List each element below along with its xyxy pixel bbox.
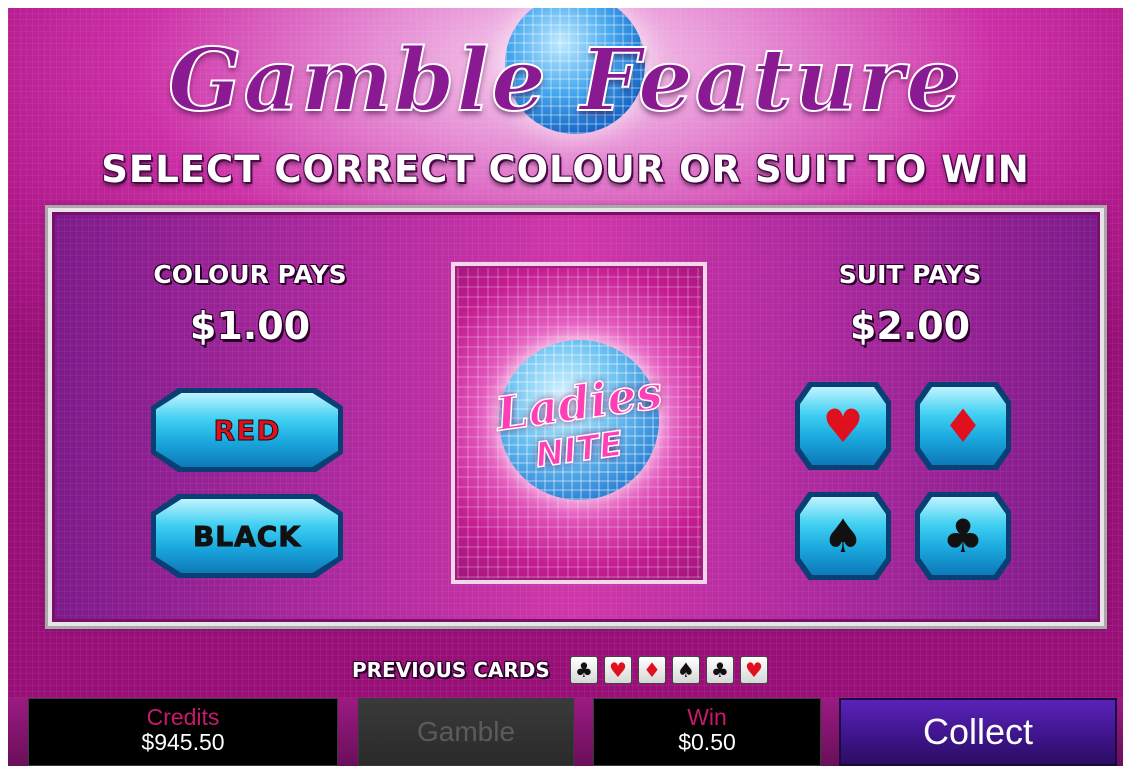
gamble-feature-title: Gamble Feature xyxy=(167,29,963,132)
red-button[interactable]: RED xyxy=(151,388,343,472)
win-value: $0.50 xyxy=(678,729,736,755)
suit-pays-label: SUIT PAYS xyxy=(838,260,982,289)
heart-icon: ♥ xyxy=(609,658,627,682)
win-label: Win xyxy=(687,704,727,730)
club-suit-button[interactable]: ♣ xyxy=(915,492,1011,580)
collect-button[interactable]: Collect xyxy=(839,698,1117,766)
heart-icon: ♥ xyxy=(822,399,864,453)
previous-card: ♠ xyxy=(672,656,700,684)
colour-pays-value: $1.00 xyxy=(189,304,311,348)
previous-cards-label: PREVIOUS CARDS xyxy=(352,658,550,682)
diamond-icon: ♦ xyxy=(643,658,661,682)
instruction-subtitle: SELECT CORRECT COLOUR OR SUIT TO WIN xyxy=(101,148,1030,191)
bottom-bar: Credits $945.50 Gamble Win $0.50 Collect xyxy=(8,698,1123,766)
heart-suit-button[interactable]: ♥ xyxy=(795,382,891,470)
credits-value: $945.50 xyxy=(141,729,225,755)
club-icon: ♣ xyxy=(942,509,984,563)
colour-pays-label: COLOUR PAYS xyxy=(153,260,347,289)
heart-icon: ♥ xyxy=(745,658,763,682)
card-back: Ladies NITE xyxy=(455,266,703,580)
club-icon: ♣ xyxy=(575,658,593,682)
previous-card: ♥ xyxy=(604,656,632,684)
collect-button-label: Collect xyxy=(922,711,1034,752)
game-stage: Gamble Feature SELECT CORRECT COLOUR OR … xyxy=(8,8,1123,698)
gamble-button-label: Gamble xyxy=(416,716,516,747)
previous-card: ♦ xyxy=(638,656,666,684)
diamond-icon: ♦ xyxy=(942,399,984,453)
black-button-label: BLACK xyxy=(192,519,302,553)
club-icon: ♣ xyxy=(711,658,729,682)
gamble-card: Ladies NITE xyxy=(451,262,707,584)
red-button-label: RED xyxy=(213,413,281,447)
black-button[interactable]: BLACK xyxy=(151,494,343,578)
diamond-suit-button[interactable]: ♦ xyxy=(915,382,1011,470)
previous-cards-list: ♣ ♥ ♦ ♠ ♣ ♥ xyxy=(570,656,768,684)
spade-icon: ♠ xyxy=(822,509,864,563)
previous-card: ♥ xyxy=(740,656,768,684)
win-display: Win $0.50 xyxy=(593,698,821,766)
credits-label: Credits xyxy=(146,704,220,730)
credits-display: Credits $945.50 xyxy=(28,698,338,766)
spade-icon: ♠ xyxy=(677,658,695,682)
spade-suit-button[interactable]: ♠ xyxy=(795,492,891,580)
previous-card: ♣ xyxy=(570,656,598,684)
gamble-button[interactable]: Gamble xyxy=(358,698,574,766)
previous-card: ♣ xyxy=(706,656,734,684)
suit-pays-value: $2.00 xyxy=(849,304,971,348)
